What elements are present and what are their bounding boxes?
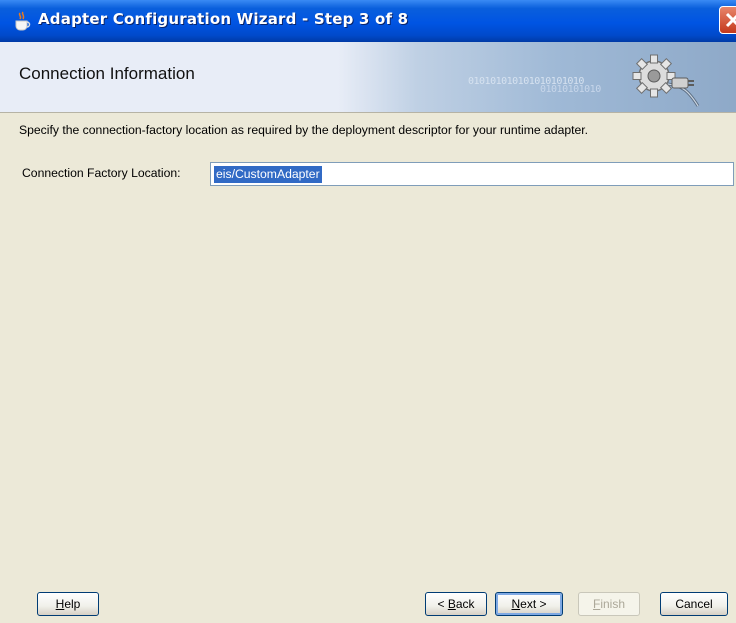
- window-title: Adapter Configuration Wizard - Step 3 of…: [38, 10, 409, 28]
- close-icon: [725, 12, 736, 28]
- connection-factory-input[interactable]: eis/CustomAdapter: [210, 162, 734, 186]
- cancel-button[interactable]: Cancel: [660, 592, 728, 616]
- header-binary-decoration-2: 01010101010: [540, 84, 601, 95]
- connection-factory-value: eis/CustomAdapter: [214, 166, 322, 183]
- close-button[interactable]: [719, 6, 736, 34]
- page-title: Connection Information: [19, 64, 195, 83]
- connection-factory-label: Connection Factory Location:: [22, 166, 181, 180]
- page-description: Specify the connection-factory location …: [19, 123, 589, 137]
- next-button[interactable]: Next >: [495, 592, 563, 616]
- back-button[interactable]: < Back: [425, 592, 487, 616]
- header-divider: [0, 112, 736, 113]
- wizard-header: 010101010101010101010 01010101010 Connec…: [0, 42, 736, 112]
- help-button[interactable]: Help: [37, 592, 99, 616]
- title-bar[interactable]: Adapter Configuration Wizard - Step 3 of…: [0, 0, 736, 42]
- finish-button: Finish: [578, 592, 640, 616]
- java-cup-icon: [12, 10, 34, 32]
- wizard-dialog: Adapter Configuration Wizard - Step 3 of…: [0, 0, 736, 623]
- adapter-gear-icon: [628, 50, 708, 108]
